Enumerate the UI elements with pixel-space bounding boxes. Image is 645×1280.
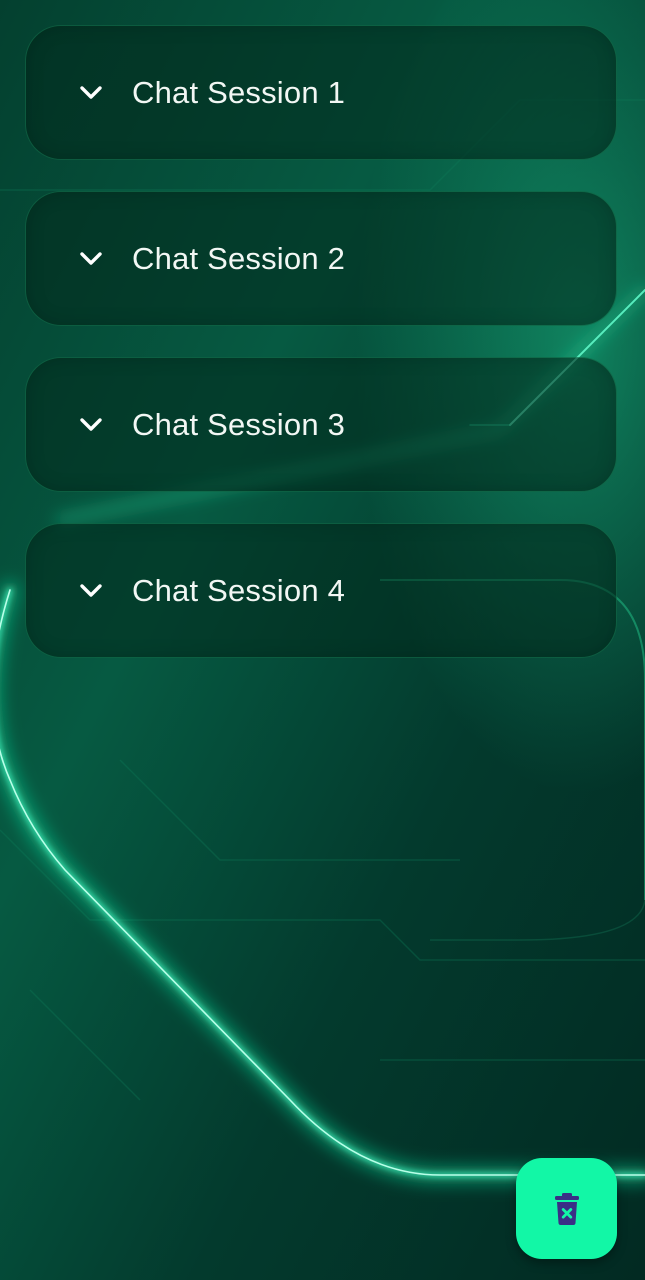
chevron-down-icon[interactable] (78, 246, 104, 272)
chat-session-list: Chat Session 1 Chat Session 2 Chat Sessi… (25, 25, 617, 689)
chat-session-label: Chat Session 3 (132, 406, 346, 442)
chat-session-item-1[interactable]: Chat Session 1 (25, 25, 617, 160)
delete-all-sessions-button[interactable] (516, 1158, 617, 1259)
chat-session-item-4[interactable]: Chat Session 4 (25, 523, 617, 658)
chat-session-label: Chat Session 2 (132, 240, 346, 276)
chevron-down-icon[interactable] (78, 412, 104, 438)
chat-session-label: Chat Session 1 (132, 74, 346, 110)
chat-session-item-2[interactable]: Chat Session 2 (25, 191, 617, 326)
chevron-down-icon[interactable] (78, 80, 104, 106)
chat-session-label: Chat Session 4 (132, 572, 346, 608)
chevron-down-icon[interactable] (78, 578, 104, 604)
trash-delete-icon (554, 1192, 579, 1225)
chat-session-item-3[interactable]: Chat Session 3 (25, 357, 617, 492)
